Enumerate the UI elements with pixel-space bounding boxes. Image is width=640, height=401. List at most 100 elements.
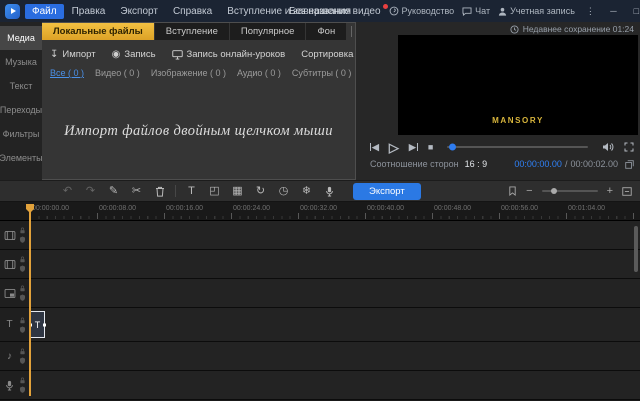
edit-icon[interactable]: ✎ bbox=[102, 186, 125, 197]
text-tool-icon[interactable]: T bbox=[180, 186, 203, 197]
account-label: Учетная запись bbox=[510, 6, 575, 16]
stop-icon: ■ bbox=[428, 142, 433, 152]
redo-icon[interactable]: ↷ bbox=[79, 186, 102, 197]
filter-subtitles[interactable]: Субтитры ( 0 ) bbox=[292, 68, 352, 78]
undo-icon[interactable]: ↶ bbox=[56, 186, 79, 197]
shield-icon[interactable] bbox=[19, 326, 26, 333]
filter-audio[interactable]: Аудио ( 0 ) bbox=[237, 68, 281, 78]
track-lane[interactable] bbox=[30, 371, 640, 399]
guide-link[interactable]: Руководство bbox=[389, 6, 455, 16]
pip-track-icon bbox=[3, 289, 16, 298]
play-button[interactable]: ▷ bbox=[389, 141, 399, 154]
aspect-ratio-value[interactable]: 16 : 9 bbox=[465, 159, 488, 169]
stop-button[interactable]: ■ bbox=[428, 142, 433, 152]
track-header bbox=[0, 221, 30, 249]
sidebar-item-text[interactable]: Текст bbox=[0, 74, 42, 98]
mosaic-icon[interactable]: ▦ bbox=[226, 186, 249, 197]
sidebar-item-transitions[interactable]: Переходы bbox=[0, 98, 42, 122]
clock-icon bbox=[510, 25, 519, 34]
track-lane[interactable] bbox=[30, 342, 640, 370]
timeline: 00:00:00.00 00:00:08.00 00:00:16.00 00:0… bbox=[0, 202, 640, 401]
app-logo[interactable] bbox=[5, 4, 20, 19]
next-frame-bar-icon bbox=[417, 143, 418, 151]
import-button[interactable]: ↧ Импорт bbox=[50, 49, 96, 60]
rotate-icon[interactable]: ↻ bbox=[249, 186, 272, 197]
account-link[interactable]: Учетная запись bbox=[498, 6, 575, 16]
marker-icon[interactable] bbox=[508, 186, 517, 196]
media-panel: Локальные файлы Вступление Популярное Фо… bbox=[42, 22, 356, 180]
tab-popular[interactable]: Популярное bbox=[230, 23, 306, 40]
fullscreen-icon[interactable] bbox=[624, 142, 634, 152]
menu-item-export[interactable]: Экспорт bbox=[113, 4, 165, 19]
tab-local-files[interactable]: Локальные файлы bbox=[42, 23, 154, 40]
timeline-vertical-scrollbar[interactable] bbox=[634, 226, 638, 272]
sidebar-item-elements[interactable]: Элементы bbox=[0, 146, 42, 170]
voiceover-icon[interactable] bbox=[318, 186, 341, 197]
shield-icon[interactable] bbox=[19, 265, 26, 272]
volume-icon[interactable] bbox=[602, 142, 614, 152]
chat-link[interactable]: Чат bbox=[462, 6, 490, 16]
guide-label: Руководство bbox=[402, 6, 455, 16]
filter-all[interactable]: Все ( 0 ) bbox=[50, 68, 84, 78]
notification-badge bbox=[383, 4, 388, 9]
track-lane[interactable] bbox=[30, 279, 640, 307]
shield-icon[interactable] bbox=[19, 294, 26, 301]
zoom-slider-handle[interactable] bbox=[551, 188, 557, 194]
lock-icon[interactable] bbox=[19, 317, 26, 324]
fit-timeline-icon[interactable] bbox=[622, 187, 632, 196]
seek-thumb[interactable] bbox=[449, 144, 456, 151]
export-button[interactable]: Экспорт bbox=[353, 183, 421, 200]
filter-image[interactable]: Изображение ( 0 ) bbox=[151, 68, 226, 78]
music-track-icon: ♪ bbox=[3, 351, 16, 362]
zoom-slider[interactable] bbox=[542, 190, 598, 192]
import-dropzone[interactable]: Импорт файлов двойным щелчком мыши bbox=[42, 84, 355, 179]
edit-toolbar: ↶ ↷ ✎ ✂ T ◰ ▦ ↻ ◷ ❄ Экспорт − + bbox=[0, 180, 640, 202]
lock-icon[interactable] bbox=[19, 348, 26, 355]
sort-label: Сортировка bbox=[301, 49, 353, 60]
filter-video[interactable]: Видео ( 0 ) bbox=[95, 68, 140, 78]
record-lesson-button[interactable]: Запись онлайн-уроков bbox=[172, 49, 286, 60]
lock-icon[interactable] bbox=[19, 377, 26, 384]
track-pip bbox=[0, 279, 640, 308]
tab-background[interactable]: Фон bbox=[306, 23, 346, 40]
maximize-button[interactable]: □ bbox=[629, 6, 640, 16]
zoom-in-icon[interactable]: + bbox=[607, 185, 613, 197]
track-lane[interactable] bbox=[30, 221, 640, 249]
shield-icon[interactable] bbox=[19, 236, 26, 243]
ruler-label: 00:00:16.00 bbox=[166, 205, 203, 212]
import-icon: ↧ bbox=[50, 49, 58, 60]
shield-icon[interactable] bbox=[19, 357, 26, 364]
minimize-button[interactable]: ─ bbox=[606, 6, 621, 16]
menu-item-edit[interactable]: Правка bbox=[65, 4, 113, 19]
menu-item-help[interactable]: Справка bbox=[166, 4, 219, 19]
freeze-frame-icon[interactable]: ❄ bbox=[295, 186, 318, 197]
record-button[interactable]: ◉ Запись bbox=[112, 49, 156, 60]
media-tabs: Локальные файлы Вступление Популярное Фо… bbox=[42, 23, 355, 40]
detach-preview-icon[interactable] bbox=[625, 160, 634, 169]
prev-frame-button[interactable]: ◀ bbox=[370, 142, 379, 153]
playhead[interactable] bbox=[29, 204, 31, 396]
lock-icon[interactable] bbox=[19, 256, 26, 263]
track-lane[interactable] bbox=[30, 250, 640, 278]
delete-icon[interactable] bbox=[148, 186, 171, 197]
play-logo-icon bbox=[11, 8, 16, 14]
zoom-out-icon[interactable]: − bbox=[526, 185, 532, 197]
track-lane[interactable]: T bbox=[30, 308, 640, 341]
sidebar-item-music[interactable]: Музыка bbox=[0, 50, 42, 74]
text-clip[interactable]: T bbox=[30, 311, 45, 338]
crop-icon[interactable]: ◰ bbox=[203, 186, 226, 197]
kebab-menu-icon[interactable]: ⋮ bbox=[583, 6, 598, 17]
duration-icon[interactable]: ◷ bbox=[272, 186, 295, 197]
lock-icon[interactable] bbox=[19, 285, 26, 292]
sort-button[interactable]: Сортировка ≡ bbox=[301, 49, 363, 60]
seek-bar[interactable] bbox=[447, 146, 588, 148]
tab-intro[interactable]: Вступление bbox=[155, 23, 229, 40]
lock-icon[interactable] bbox=[19, 227, 26, 234]
sidebar-item-media[interactable]: Медиа bbox=[0, 26, 42, 50]
next-frame-button[interactable]: ▶ bbox=[409, 142, 418, 153]
split-icon[interactable]: ✂ bbox=[125, 186, 148, 197]
timeline-ruler[interactable]: 00:00:00.00 00:00:08.00 00:00:16.00 00:0… bbox=[0, 202, 640, 221]
shield-icon[interactable] bbox=[19, 386, 26, 393]
sidebar-item-filters[interactable]: Фильтры bbox=[0, 122, 42, 146]
menu-item-file[interactable]: Файл bbox=[25, 4, 64, 19]
